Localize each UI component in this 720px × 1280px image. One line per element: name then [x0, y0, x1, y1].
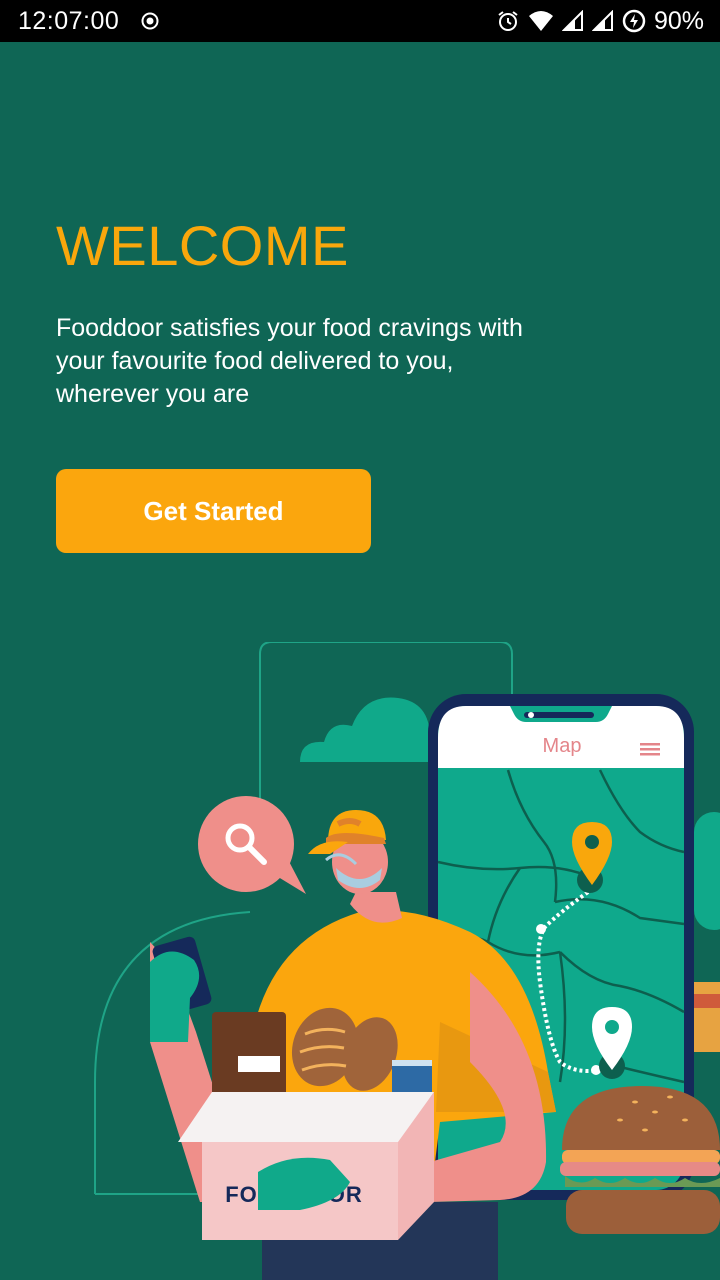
welcome-screen: WELCOME Fooddoor satisfies your food cra…: [0, 42, 720, 1280]
get-started-button[interactable]: Get Started: [56, 469, 371, 553]
phone-header-title: Map: [543, 735, 582, 757]
menu-icon: [640, 743, 660, 756]
burger: [560, 1086, 720, 1234]
status-time: 12:07:00: [18, 6, 120, 35]
signal-icon-2: [591, 10, 613, 31]
battery-saver-icon: [622, 9, 646, 33]
status-bar: 12:07:00 90%: [0, 0, 720, 42]
cloud: [300, 697, 430, 762]
welcome-title: WELCOME: [56, 214, 349, 277]
side-card: [694, 982, 720, 1052]
delivery-illustration: Map: [94, 642, 720, 1280]
signal-icon: [561, 10, 583, 31]
status-icons: 90%: [496, 7, 704, 36]
welcome-description: Fooddoor satisfies your food cravings wi…: [56, 314, 523, 408]
search-bubble: [198, 796, 306, 894]
fooddoor-box: FOODDOOR: [178, 1092, 434, 1240]
wifi-icon: [528, 11, 553, 31]
record-icon: [141, 12, 159, 30]
battery-level: 90%: [653, 6, 704, 35]
alarm-icon: [498, 11, 518, 31]
side-shape: [694, 812, 720, 930]
